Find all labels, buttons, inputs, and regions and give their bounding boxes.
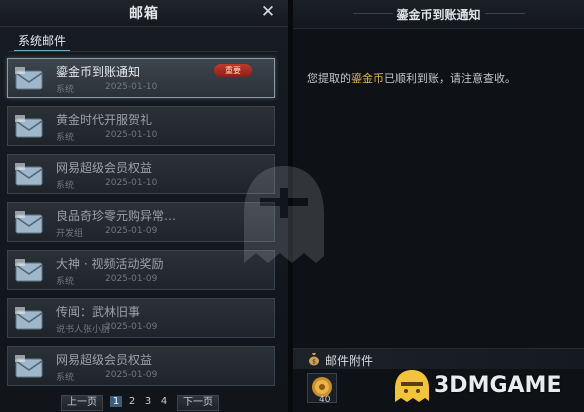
page-number-button[interactable]: 3 bbox=[142, 396, 154, 407]
mail-sender: 系统 bbox=[56, 373, 75, 383]
mail-list-item[interactable]: 传闻：武林旧事说书人张小厨 2025-01-09 bbox=[7, 298, 275, 338]
page-number-button[interactable]: 4 bbox=[158, 396, 170, 407]
mail-subject: 鎏金币到账通知 bbox=[56, 65, 141, 79]
detail-body-text: 您提取的鎏金币已顺利到账，请注意查收。 bbox=[307, 70, 575, 86]
tab-underline-divider bbox=[8, 51, 278, 52]
mail-list-item[interactable]: 网易超级会员权益系统 2025-01-09 bbox=[7, 346, 275, 386]
next-page-button[interactable]: 下一页 bbox=[177, 395, 219, 411]
envelope-icon bbox=[15, 307, 43, 330]
mail-sender: 系统 bbox=[56, 133, 75, 143]
mail-subject: 黄金时代开服贺礼 bbox=[56, 113, 153, 127]
mail-sender: 开发组 bbox=[56, 229, 84, 239]
close-icon[interactable]: ✕ bbox=[258, 2, 278, 22]
mail-sender: 说书人张小厨 bbox=[56, 325, 111, 335]
mail-date: 2025-01-10 bbox=[105, 178, 158, 188]
tab-system-mail[interactable]: 系统邮件 bbox=[14, 32, 71, 52]
mail-date: 2025-01-10 bbox=[105, 130, 158, 140]
attachments-header: $ 邮件附件 bbox=[293, 348, 584, 369]
prev-page-button[interactable]: 上一页 bbox=[61, 395, 103, 411]
mail-sender: 系统 bbox=[56, 277, 75, 287]
detail-header: 鎏金币到账通知 bbox=[293, 0, 584, 29]
mail-subject: 大神 · 视频活动奖励 bbox=[56, 257, 164, 271]
envelope-icon bbox=[15, 67, 43, 90]
body-text-after: 已顺利到账，请注意查收。 bbox=[384, 72, 516, 85]
page-number-button[interactable]: 1 bbox=[110, 396, 122, 407]
mail-subject: 网易超级会员权益 bbox=[56, 161, 153, 175]
envelope-icon bbox=[15, 115, 43, 138]
mail-subject: 良品奇珍零元购异常… bbox=[56, 209, 177, 223]
attachment-count: 40 bbox=[319, 395, 331, 405]
mail-date: 2025-01-09 bbox=[105, 226, 158, 236]
attachments-title: 邮件附件 bbox=[325, 354, 374, 368]
page-number-button[interactable]: 2 bbox=[126, 396, 138, 407]
mail-sender: 系统 bbox=[56, 85, 75, 95]
body-text-before: 您提取的 bbox=[307, 72, 351, 85]
envelope-icon bbox=[15, 211, 43, 234]
mail-list-item[interactable]: 黄金时代开服贺礼系统 2025-01-10 bbox=[7, 106, 275, 146]
envelope-icon bbox=[15, 355, 43, 378]
ghost-mascot-icon bbox=[395, 370, 429, 402]
mail-list-item[interactable]: 鎏金币到账通知系统 2025-01-10 重要 bbox=[7, 58, 275, 98]
money-bag-icon: $ bbox=[309, 353, 319, 366]
mail-subject: 传闻：武林旧事 bbox=[56, 305, 141, 319]
mail-date: 2025-01-09 bbox=[105, 274, 158, 284]
watermark-text: 3DMGAME bbox=[434, 373, 562, 398]
mailbox-title: 邮箱 bbox=[129, 6, 159, 22]
pagination: 上一页 1234 下一页 bbox=[0, 393, 288, 412]
detail-title: 鎏金币到账通知 bbox=[396, 8, 481, 22]
important-badge: 重要 bbox=[214, 64, 252, 77]
mail-subject: 网易超级会员权益 bbox=[56, 353, 153, 367]
ghost-watermark-icon bbox=[244, 166, 324, 263]
envelope-icon bbox=[15, 163, 43, 186]
mail-date: 2025-01-10 bbox=[105, 82, 158, 92]
mail-detail-panel: 鎏金币到账通知 您提取的鎏金币已顺利到账，请注意查收。 $ 邮件附件 40 bbox=[244, 0, 584, 412]
mailbox-title-bar: 邮箱 ✕ bbox=[0, 0, 288, 27]
mail-sender: 系统 bbox=[56, 181, 75, 191]
envelope-icon bbox=[15, 259, 43, 282]
svg-text:$: $ bbox=[312, 359, 316, 366]
mail-date: 2025-01-09 bbox=[105, 370, 158, 380]
body-text-highlight: 鎏金币 bbox=[351, 72, 384, 85]
mail-date: 2025-01-09 bbox=[105, 322, 158, 332]
site-watermark: 3DMGAME bbox=[392, 368, 582, 404]
